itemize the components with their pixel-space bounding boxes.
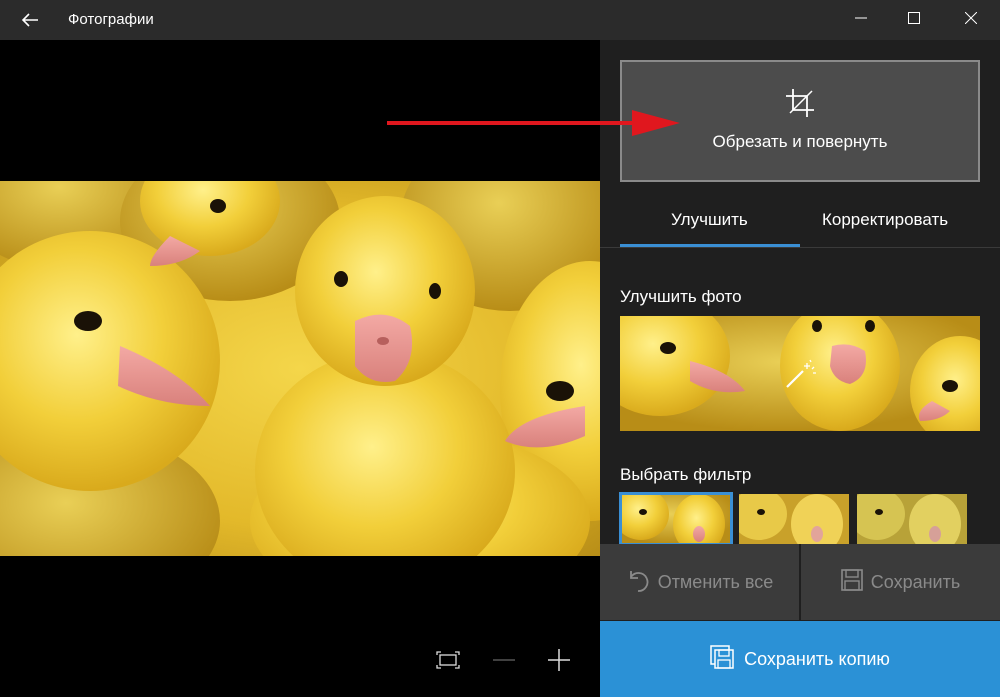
active-tab-indicator: [620, 244, 800, 247]
main-photo: [0, 181, 600, 556]
app-title: Фотографии: [68, 11, 154, 28]
zoom-out-icon: [492, 648, 516, 677]
save-button[interactable]: Сохранить: [801, 544, 1000, 620]
close-icon: [964, 11, 978, 29]
filter-thumbnail-original[interactable]: [619, 492, 733, 546]
maximize-button[interactable]: [891, 0, 937, 40]
magic-wand-icon: [783, 359, 817, 396]
minimize-button[interactable]: [838, 0, 884, 40]
save-copy-label: Сохранить копию: [744, 648, 890, 669]
zoom-in-icon: [547, 648, 571, 677]
zoom-out-button[interactable]: [492, 650, 516, 674]
close-button[interactable]: [948, 0, 994, 40]
maximize-icon: [908, 11, 920, 29]
undo-icon: [626, 567, 650, 598]
back-arrow-icon[interactable]: [18, 8, 42, 32]
title-bar: Фотографии: [0, 0, 1000, 40]
minimize-icon: [855, 11, 867, 29]
filter-thumbnail-1[interactable]: [739, 494, 849, 544]
crop-icon: [784, 87, 816, 119]
undo-all-label: Отменить все: [657, 571, 774, 592]
floppy-copy-icon: [710, 644, 734, 674]
zoom-in-button[interactable]: [547, 648, 571, 677]
crop-rotate-button[interactable]: Обрезать и повернуть: [620, 60, 980, 182]
fit-screen-icon: [436, 650, 460, 674]
tab-enhance[interactable]: Улучшить: [671, 210, 748, 230]
undo-all-button[interactable]: Отменить все: [600, 544, 799, 620]
save-label: Сохранить: [870, 571, 961, 592]
filter-thumbnail-2[interactable]: [857, 494, 967, 544]
save-copy-button[interactable]: Сохранить копию: [600, 621, 1000, 697]
filter-title: Выбрать фильтр: [620, 465, 752, 484]
tab-adjust[interactable]: Корректировать: [822, 210, 948, 230]
enhance-photo-button[interactable]: [620, 316, 980, 431]
crop-rotate-label: Обрезать и повернуть: [712, 132, 888, 151]
floppy-save-icon: [840, 568, 863, 596]
tabs-divider: [600, 247, 1000, 248]
fit-screen-button[interactable]: [436, 650, 460, 674]
enhance-photo-title: Улучшить фото: [620, 287, 742, 306]
